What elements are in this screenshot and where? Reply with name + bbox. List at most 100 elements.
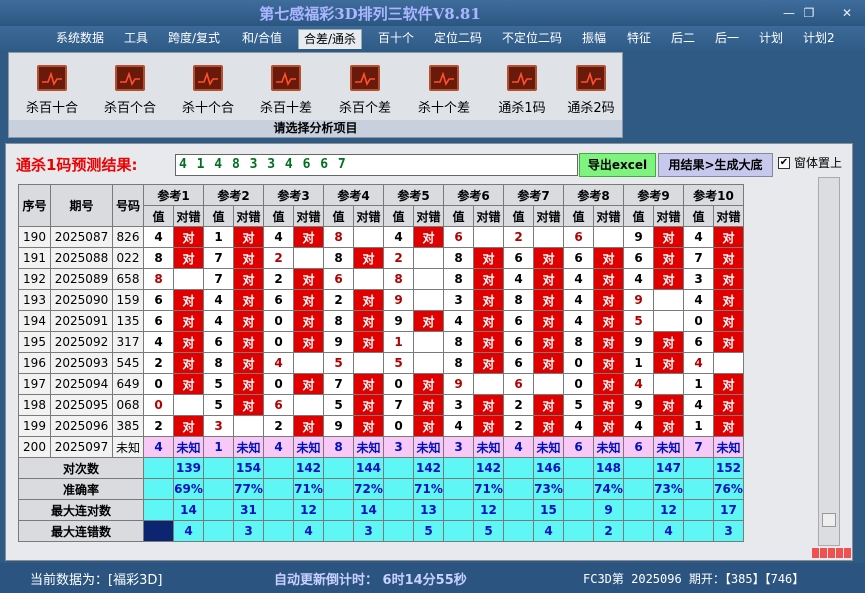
menu-feature[interactable]: 特征 — [627, 29, 651, 49]
status-bar: 当前数据为：[福彩3D] 自动更新倒计时： 6时14分55秒 FC3D第 202… — [0, 563, 865, 593]
miss-cell — [233, 415, 264, 437]
stats-pad — [623, 478, 654, 500]
unknown-mark: 未知 — [713, 436, 744, 458]
table-row[interactable]: 190 2025087 826 4 对 1 对 4 对 8 4 对 6 2 6 9 对 4 对 — [18, 226, 744, 248]
header-ref-10: 参考10 — [683, 184, 744, 206]
menu-span[interactable]: 跨度/复式 — [168, 29, 220, 49]
ribbon-btn-label: 通杀2码 — [567, 101, 615, 116]
ribbon-btn-7[interactable]: 通杀1码 — [487, 65, 557, 116]
generate-base-button[interactable]: 用结果>生成大底 — [658, 153, 773, 177]
hit-cell: 对 — [593, 331, 624, 353]
row-period: 2025094 — [50, 373, 113, 395]
prediction-field[interactable]: 4 1 4 8 3 3 4 6 6 7 — [175, 154, 578, 176]
value-cell: 4 — [683, 226, 714, 248]
ribbon-btn-4[interactable]: 杀百十差 — [251, 65, 321, 116]
hit-cell: 对 — [233, 226, 264, 248]
menu-last1[interactable]: 后一 — [715, 29, 739, 49]
ribbon-btn-3[interactable]: 杀十个合 — [173, 65, 243, 116]
miss-cell — [413, 268, 444, 290]
table-row[interactable]: 198 2025095 068 0 5 对 6 5 对 7 对 3 对 2 对 5 对 9 对 4 对 — [18, 394, 744, 416]
hit-cell: 对 — [173, 310, 204, 332]
header-value: 值 — [623, 205, 654, 227]
header-value: 值 — [143, 205, 174, 227]
menu-sum-diff[interactable]: 合差/通杀 — [298, 29, 363, 49]
ribbon-btn-5[interactable]: 杀百个差 — [330, 65, 400, 116]
row-seq: 194 — [18, 310, 51, 332]
hit-cell: 对 — [653, 226, 684, 248]
vertical-scrollbar[interactable] — [818, 177, 840, 546]
stats-value: 139 — [173, 457, 204, 479]
table-row[interactable]: 192 2025089 658 8 7 对 2 对 6 8 8 对 4 对 4 对 4 对 3 对 — [18, 268, 744, 290]
menu-tools[interactable]: 工具 — [124, 29, 148, 49]
stats-row: 对次数 139 154 142 144 142 142 146 148 147 152 — [18, 457, 744, 479]
stats-pad — [383, 478, 414, 500]
stats-pad — [683, 478, 714, 500]
hit-cell: 对 — [533, 268, 564, 290]
next-period-row[interactable]: 200 2025097 未知 4 未知 1 未知 4 未知 8 未知 3 未知 3 未知 4 未知 6 未知 6 未知 7… — [18, 436, 744, 458]
stats-value: 142 — [473, 457, 504, 479]
stats-value: 2 — [593, 520, 624, 542]
row-period: 2025088 — [50, 247, 113, 269]
menu-pos2[interactable]: 定位二码 — [434, 29, 482, 49]
hit-cell: 对 — [353, 394, 384, 416]
ribbon-btn-1[interactable]: 杀百十合 — [17, 65, 87, 116]
menu-plan2[interactable]: 计划2 — [803, 29, 835, 49]
table-row[interactable]: 193 2025090 159 6 对 4 对 6 对 2 对 9 3 对 8 对 4 对 9 4 对 — [18, 289, 744, 311]
ribbon-btn-6[interactable]: 杀十个差 — [409, 65, 479, 116]
table-row[interactable]: 199 2025096 385 2 对 3 2 对 9 对 0 对 4 对 2 对 4 对 4 对 1 对 — [18, 415, 744, 437]
menu-bsg[interactable]: 百十个 — [378, 29, 414, 49]
ribbon-btn-2[interactable]: 杀百个合 — [95, 65, 165, 116]
value-cell: 1 — [203, 226, 234, 248]
stay-on-top-checkbox[interactable]: ✔ — [778, 157, 790, 169]
stats-pad — [143, 457, 174, 479]
value-cell: 4 — [383, 226, 414, 248]
hit-cell: 对 — [353, 331, 384, 353]
row-seq: 193 — [18, 289, 51, 311]
stats-pad — [383, 499, 414, 521]
stats-value: 77% — [233, 478, 264, 500]
value-cell: 2 — [503, 226, 534, 248]
value-cell: 6 — [203, 331, 234, 353]
hit-cell: 对 — [353, 373, 384, 395]
ribbon-btn-8[interactable]: 通杀2码 — [556, 65, 626, 116]
close-button[interactable]: ✕ — [838, 5, 856, 21]
menu-nonpos2[interactable]: 不定位二码 — [502, 29, 562, 49]
header-ref-9: 参考9 — [623, 184, 684, 206]
hit-cell: 对 — [233, 373, 264, 395]
resize-grip[interactable] — [812, 547, 852, 559]
unknown-mark: 未知 — [233, 436, 264, 458]
maximize-button[interactable]: ❐ — [800, 5, 818, 21]
stats-pad — [443, 457, 474, 479]
export-excel-button[interactable]: 导出excel — [579, 153, 656, 177]
miss-cell — [533, 373, 564, 395]
value-cell: 3 — [443, 289, 474, 311]
unknown-mark: 未知 — [653, 436, 684, 458]
value-cell: 8 — [143, 247, 174, 269]
menu-last2[interactable]: 后二 — [671, 29, 695, 49]
scroll-thumb[interactable] — [822, 513, 836, 527]
table-row[interactable]: 194 2025091 135 6 对 4 对 0 对 8 对 9 对 4 对 6 对 4 对 5 0 对 — [18, 310, 744, 332]
menu-system-data[interactable]: 系统数据 — [56, 29, 104, 49]
table-row[interactable]: 191 2025088 022 8 对 7 对 2 8 对 2 8 对 6 对 6 对 6 对 7 对 — [18, 247, 744, 269]
row-number: 545 — [112, 352, 144, 374]
value-cell: 2 — [143, 352, 174, 374]
hit-cell: 对 — [593, 373, 624, 395]
value-cell: 0 — [263, 331, 294, 353]
table-row[interactable]: 197 2025094 649 0 对 5 对 0 对 7 对 0 对 9 6 0 对 4 1 对 — [18, 373, 744, 395]
value-cell: 6 — [563, 247, 594, 269]
hit-cell: 对 — [653, 352, 684, 374]
menu-plan[interactable]: 计划 — [759, 29, 783, 49]
hit-cell: 对 — [173, 331, 204, 353]
minimize-button[interactable]: — — [780, 5, 798, 21]
hit-cell: 对 — [533, 310, 564, 332]
stats-value: 4 — [533, 520, 564, 542]
menu-sum[interactable]: 和/合值 — [242, 29, 282, 49]
table-row[interactable]: 195 2025092 317 4 对 6 对 0 对 9 对 1 8 对 6 对 8 对 9 对 6 对 — [18, 331, 744, 353]
table-row[interactable]: 196 2025093 545 2 对 8 对 4 5 5 8 对 6 对 0 对 1 对 4 — [18, 352, 744, 374]
hit-cell: 对 — [413, 394, 444, 416]
header-ref-3: 参考3 — [263, 184, 324, 206]
value-cell: 2 — [503, 394, 534, 416]
predicted-value: 3 — [383, 436, 414, 458]
menu-amplitude[interactable]: 振幅 — [582, 29, 606, 49]
value-cell: 8 — [323, 226, 354, 248]
